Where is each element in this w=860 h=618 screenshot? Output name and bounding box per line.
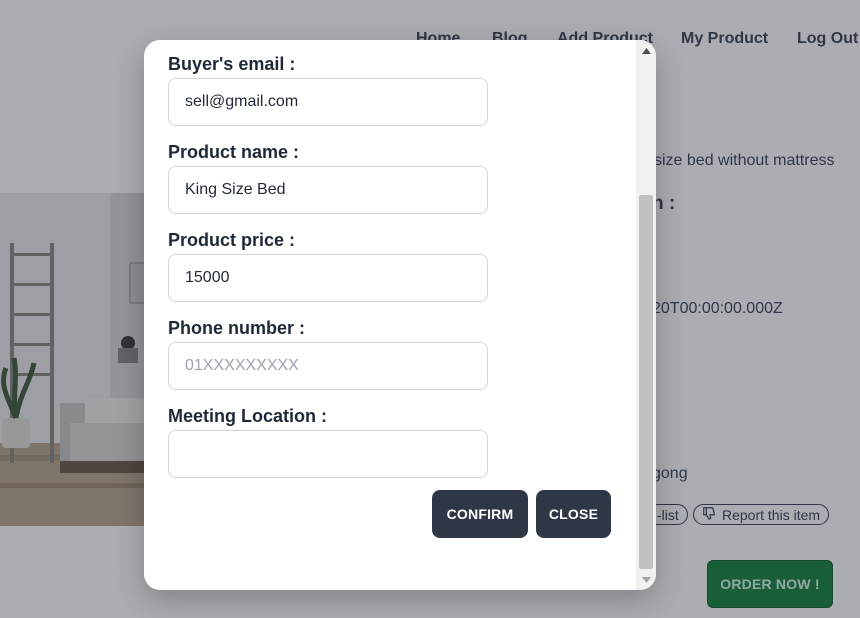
buyer-email-field-group: Buyer's email :	[168, 52, 638, 126]
order-modal: Buyer's email : Product name : Product p…	[144, 40, 656, 590]
product-name-field-group: Product name :	[168, 140, 638, 214]
product-name-label: Product name :	[168, 142, 300, 162]
scrollbar-thumb[interactable]	[639, 195, 653, 569]
confirm-button[interactable]: CONFIRM	[432, 490, 528, 538]
product-price-input[interactable]	[168, 254, 488, 302]
scroll-down-arrow-icon[interactable]	[636, 571, 656, 588]
meeting-location-label: Meeting Location :	[168, 406, 327, 426]
buyer-email-input[interactable]	[168, 78, 488, 126]
close-button[interactable]: CLOSE	[536, 490, 611, 538]
scroll-up-arrow-icon[interactable]	[636, 42, 656, 59]
meeting-location-field-group: Meeting Location :	[168, 404, 638, 478]
phone-number-input[interactable]	[168, 342, 488, 390]
phone-number-label: Phone number :	[168, 318, 306, 338]
modal-scrollbar[interactable]	[636, 40, 656, 590]
buyer-email-label: Buyer's email :	[168, 54, 296, 74]
meeting-location-input[interactable]	[168, 430, 488, 478]
product-name-input[interactable]	[168, 166, 488, 214]
product-price-field-group: Product price :	[168, 228, 638, 302]
product-price-label: Product price :	[168, 230, 296, 250]
phone-number-field-group: Phone number :	[168, 316, 638, 390]
